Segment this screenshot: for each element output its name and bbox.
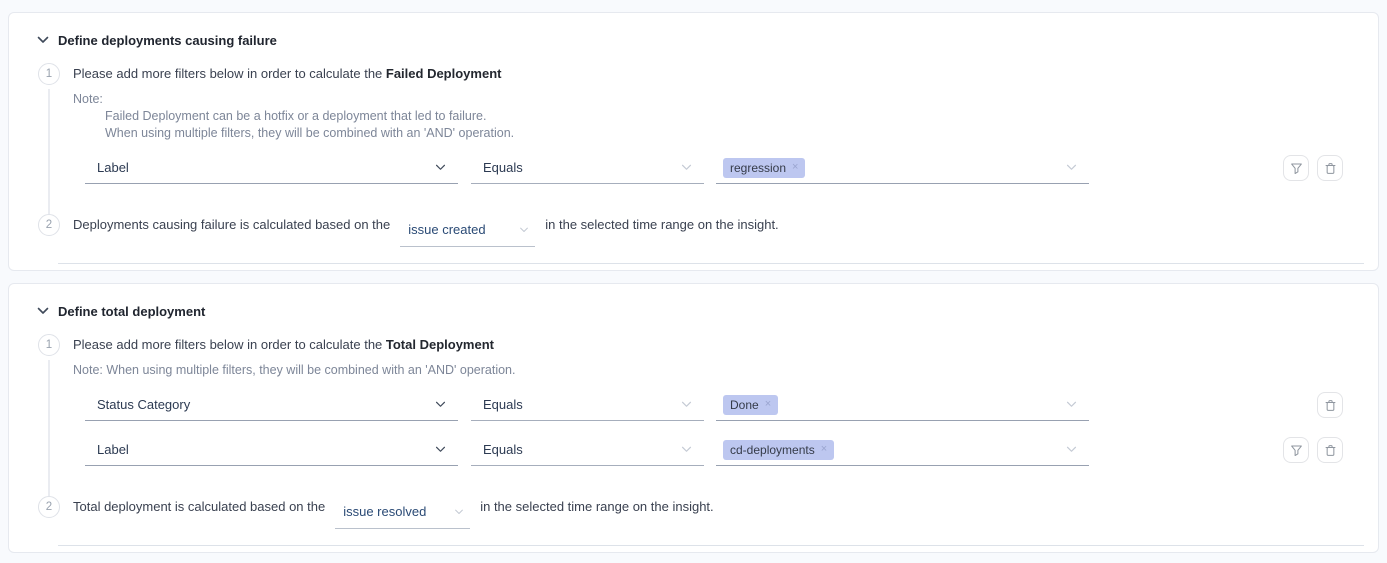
trash-icon — [1324, 444, 1337, 457]
value-multiselect[interactable]: cd-deployments × — [716, 434, 1089, 466]
tag-remove-icon[interactable]: × — [765, 399, 771, 410]
section-header-total-deployment[interactable]: Define total deployment — [37, 302, 1364, 320]
step-1: 1 Please add more filters below in order… — [37, 334, 1364, 496]
delete-filter-button[interactable] — [1317, 392, 1343, 418]
value-tag-label: regression — [730, 161, 786, 175]
value-tag-label: cd-deployments — [730, 443, 815, 457]
step-number-badge: 2 — [38, 214, 60, 236]
value-multiselect[interactable]: Done × — [716, 389, 1089, 421]
chevron-down-icon — [681, 446, 692, 453]
attribute-select-value: Label — [97, 442, 129, 457]
funnel-icon — [1290, 444, 1303, 457]
filter-row: Label Equals regression — [85, 152, 1364, 184]
chevron-down-icon — [519, 227, 529, 233]
chevron-down-icon — [1066, 446, 1077, 453]
tag-remove-icon[interactable]: × — [821, 444, 827, 455]
delete-filter-button[interactable] — [1317, 155, 1343, 181]
calculation-text-before: Total deployment is calculated based on … — [73, 499, 325, 514]
attribute-select[interactable]: Label — [85, 152, 458, 184]
operator-select-value: Equals — [483, 397, 523, 412]
step-number-badge: 1 — [38, 334, 60, 356]
section-card-failed-deployment: Define deployments causing failure 1 Ple… — [8, 12, 1379, 271]
chevron-down-icon — [681, 164, 692, 171]
filter-row: Label Equals cd-deployments — [85, 434, 1364, 466]
step-2: 2 Total deployment is calculated based o… — [37, 496, 1364, 524]
value-tag: cd-deployments × — [723, 440, 834, 460]
value-multiselect[interactable]: regression × — [716, 152, 1089, 184]
operator-select-value: Equals — [483, 160, 523, 175]
step-intro-text: Please add more filters below in order t… — [73, 334, 1364, 356]
chevron-down-icon — [1066, 401, 1077, 408]
section-divider — [58, 545, 1364, 546]
attribute-select-value: Status Category — [97, 397, 190, 412]
note-line: Failed Deployment can be a hotfix or a d… — [105, 108, 1364, 125]
delete-filter-button[interactable] — [1317, 437, 1343, 463]
trash-icon — [1324, 162, 1337, 175]
section-title: Define deployments causing failure — [58, 33, 277, 48]
section-title: Define total deployment — [58, 304, 205, 319]
calculation-text-after: in the selected time range on the insigh… — [480, 499, 713, 514]
step-number-badge: 1 — [38, 63, 60, 85]
note-label: Note: — [73, 91, 1364, 108]
funnel-icon — [1290, 162, 1303, 175]
calculation-basis-value: issue created — [408, 219, 485, 241]
attribute-select-value: Label — [97, 160, 129, 175]
step-rail: 2 — [38, 214, 60, 242]
operator-select[interactable]: Equals — [471, 152, 704, 184]
filter-values-button[interactable] — [1283, 437, 1309, 463]
chevron-down-icon — [435, 446, 446, 453]
intro-metric-name: Total Deployment — [386, 337, 494, 352]
value-tag: regression × — [723, 158, 805, 178]
value-tag: Done × — [723, 395, 778, 415]
tag-remove-icon[interactable]: × — [792, 162, 798, 173]
calculation-text-after: in the selected time range on the insigh… — [545, 217, 778, 232]
attribute-select[interactable]: Status Category — [85, 389, 458, 421]
section-card-total-deployment: Define total deployment 1 Please add mor… — [8, 283, 1379, 553]
filter-values-button[interactable] — [1283, 155, 1309, 181]
chevron-down-icon — [1066, 164, 1077, 171]
step-connector-line — [48, 360, 50, 496]
chevron-down-icon — [435, 164, 446, 171]
chevron-down-icon — [454, 509, 464, 515]
chevron-down-icon — [37, 36, 49, 44]
section-header-failed-deployment[interactable]: Define deployments causing failure — [37, 31, 1364, 49]
calculation-basis-select[interactable]: issue resolved — [335, 501, 470, 529]
chevron-down-icon — [435, 401, 446, 408]
intro-text: Please add more filters below in order t… — [73, 337, 386, 352]
step-1: 1 Please add more filters below in order… — [37, 63, 1364, 214]
step-number-badge: 2 — [38, 496, 60, 518]
step-intro-text: Please add more filters below in order t… — [73, 63, 1364, 85]
note-label: Note: When using multiple filters, they … — [73, 362, 1364, 379]
attribute-select[interactable]: Label — [85, 434, 458, 466]
operator-select[interactable]: Equals — [471, 434, 704, 466]
operator-select-value: Equals — [483, 442, 523, 457]
trash-icon — [1324, 399, 1337, 412]
calculation-basis-value: issue resolved — [343, 501, 426, 523]
step-rail: 1 — [38, 63, 60, 214]
chevron-down-icon — [37, 307, 49, 315]
section-divider — [58, 263, 1364, 264]
intro-text: Please add more filters below in order t… — [73, 66, 386, 81]
step-rail: 1 — [38, 334, 60, 496]
note-line: When using multiple filters, they will b… — [105, 125, 1364, 142]
chevron-down-icon — [681, 401, 692, 408]
filter-row: Status Category Equals Done — [85, 389, 1364, 421]
calculation-basis-select[interactable]: issue created — [400, 219, 535, 247]
step-2: 2 Deployments causing failure is calcula… — [37, 214, 1364, 242]
step-connector-line — [48, 89, 50, 214]
calculation-text-before: Deployments causing failure is calculate… — [73, 217, 390, 232]
step-rail: 2 — [38, 496, 60, 524]
value-tag-label: Done — [730, 398, 759, 412]
operator-select[interactable]: Equals — [471, 389, 704, 421]
intro-metric-name: Failed Deployment — [386, 66, 502, 81]
